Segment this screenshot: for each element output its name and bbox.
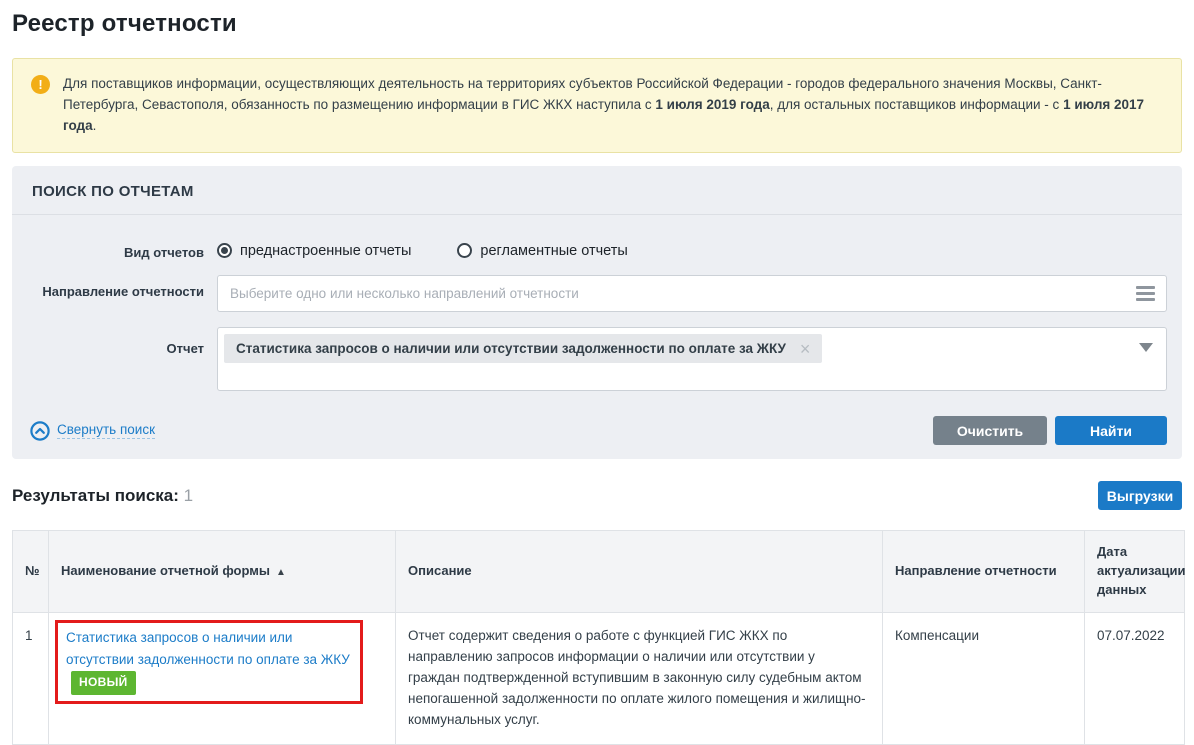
chevron-down-icon[interactable] [1139, 343, 1153, 352]
info-banner: ! Для поставщиков информации, осуществля… [12, 58, 1182, 153]
table-header-row: № Наименование отчетной формы▲ Описание … [13, 531, 1185, 613]
results-row: Результаты поиска: 1 Выгрузки [12, 481, 1182, 510]
row-number-cell: 1 [13, 612, 49, 744]
find-button[interactable]: Найти [1055, 416, 1167, 445]
highlight-annotation-box: Статистика запросов о наличии или отсутс… [55, 620, 363, 704]
column-header-name-label: Наименование отчетной формы [61, 563, 270, 578]
column-header-direction: Направление отчетности [883, 531, 1085, 613]
row-direction-cell: Компенсации [883, 612, 1085, 744]
results-title: Результаты поиска: 1 [12, 486, 193, 506]
column-header-description: Описание [396, 531, 883, 613]
chevron-up-circle-icon [30, 421, 50, 441]
search-panel-title: ПОИСК ПО ОТЧЕТАМ [32, 183, 194, 200]
search-panel-footer: Свернуть поиск Очистить Найти [12, 406, 1182, 459]
collapse-search-label: Свернуть поиск [57, 422, 155, 439]
radio-regulated-reports[interactable]: регламентные отчеты [457, 243, 627, 259]
row-date-cell: 07.07.2022 [1085, 612, 1185, 744]
sort-asc-icon[interactable]: ▲ [276, 567, 286, 578]
report-registry-page: Реестр отчетности ! Для поставщиков инфо… [0, 0, 1194, 745]
report-type-radio-group: преднастроенные отчеты регламентные отче… [217, 238, 1167, 259]
search-buttons: Очистить Найти [933, 416, 1167, 445]
page-title: Реестр отчетности [12, 10, 1182, 38]
radio-checked-icon[interactable] [217, 243, 232, 258]
report-select-box[interactable]: Статистика запросов о наличии или отсутс… [217, 327, 1167, 391]
new-badge: НОВЫЙ [71, 671, 136, 695]
search-panel-body: Вид отчетов преднастроенные отчеты регла… [12, 215, 1182, 392]
report-row: Отчет Статистика запросов о наличии или … [32, 327, 1167, 391]
direction-input[interactable] [217, 275, 1167, 312]
report-type-label: Вид отчетов [32, 238, 217, 261]
column-header-name[interactable]: Наименование отчетной формы ▲ [49, 531, 396, 613]
row-description-cell: Отчет содержит сведения о работе с функц… [396, 612, 883, 744]
row-name-cell: Статистика запросов о наличии или отсутс… [49, 612, 396, 744]
results-label: Результаты поиска: [12, 486, 179, 505]
clear-button[interactable]: Очистить [933, 416, 1047, 445]
report-type-row: Вид отчетов преднастроенные отчеты регла… [32, 238, 1167, 261]
report-link[interactable]: Статистика запросов о наличии или отсутс… [66, 630, 350, 667]
hamburger-icon[interactable] [1136, 286, 1155, 304]
collapse-search-link[interactable]: Свернуть поиск [30, 421, 155, 441]
warning-icon: ! [31, 75, 50, 94]
banner-text: Для поставщиков информации, осуществляющ… [63, 74, 1163, 137]
tag-close-icon[interactable]: × [800, 343, 811, 355]
column-header-number: № [13, 531, 49, 613]
direction-label: Направление отчетности [32, 275, 217, 300]
table-row: 1 Статистика запросов о наличии или отсу… [13, 612, 1185, 744]
radio-preconfigured-reports[interactable]: преднастроенные отчеты [217, 243, 411, 259]
results-count: 1 [184, 486, 193, 505]
selected-report-tag: Статистика запросов о наличии или отсутс… [224, 334, 822, 363]
radio-unchecked-icon[interactable] [457, 243, 472, 258]
search-panel-header: ПОИСК ПО ОТЧЕТАМ [12, 166, 1182, 215]
radio-regulated-label: регламентные отчеты [480, 243, 627, 259]
banner-text-part2: , для остальных поставщиков информации -… [770, 97, 1063, 112]
search-panel: ПОИСК ПО ОТЧЕТАМ Вид отчетов преднастрое… [12, 166, 1182, 460]
banner-text-part3: . [93, 118, 97, 133]
direction-field [217, 275, 1167, 312]
direction-row: Направление отчетности [32, 275, 1167, 312]
radio-preconfigured-label: преднастроенные отчеты [240, 243, 411, 259]
report-label: Отчет [32, 327, 217, 357]
column-header-date: Дата актуализации данных [1085, 531, 1185, 613]
banner-date-2019: 1 июля 2019 года [655, 97, 769, 112]
reports-table: № Наименование отчетной формы▲ Описание … [12, 530, 1185, 744]
export-button[interactable]: Выгрузки [1098, 481, 1182, 510]
selected-report-tag-label: Статистика запросов о наличии или отсутс… [236, 341, 786, 356]
